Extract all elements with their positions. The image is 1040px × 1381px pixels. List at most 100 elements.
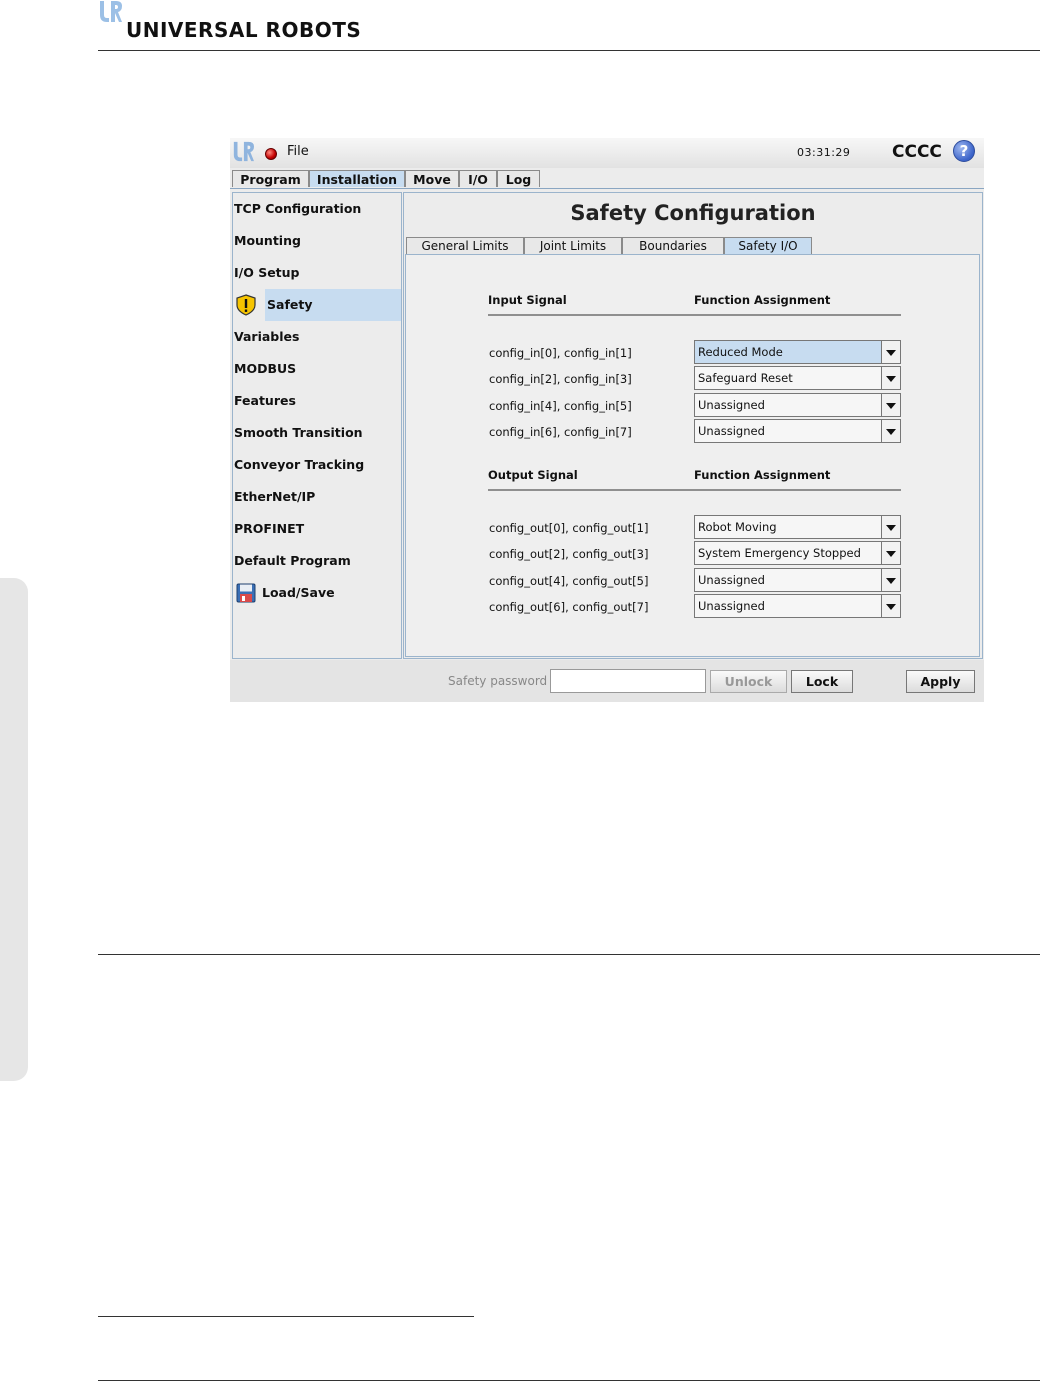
safety-password-label: Safety password xyxy=(448,674,548,688)
output-function-header: Function Assignment xyxy=(694,468,831,482)
ur-logo-icon[interactable] xyxy=(232,141,254,163)
input-signal-header: Input Signal xyxy=(488,293,567,307)
chevron-down-icon[interactable] xyxy=(881,394,900,416)
output-signal-label: config_out[4], config_out[5] xyxy=(489,574,649,588)
input-function-dropdown[interactable]: Unassigned xyxy=(694,419,901,443)
unlock-button[interactable]: Unlock xyxy=(710,670,787,693)
title-bar: File 03:31:29 CCCC ? xyxy=(230,138,984,168)
sidebar-item-mounting[interactable]: Mounting xyxy=(233,225,401,257)
warning-shield-icon xyxy=(236,294,256,316)
output-signal-header: Output Signal xyxy=(488,468,578,482)
sidebar-item-io-setup[interactable]: I/O Setup xyxy=(233,257,401,289)
dropdown-value: Unassigned xyxy=(698,398,765,412)
input-signal-label: config_in[2], config_in[3] xyxy=(489,372,632,386)
safety-password-input[interactable] xyxy=(550,669,706,693)
page-header: UNIVERSAL ROBOTS xyxy=(98,0,1040,51)
tab-move[interactable]: Move xyxy=(405,170,459,187)
brand-name: UNIVERSAL ROBOTS xyxy=(126,18,362,42)
divider xyxy=(488,314,901,316)
sidebar-item-ethernet-ip[interactable]: EtherNet/IP xyxy=(233,481,401,513)
sidebar-item-smooth-transition[interactable]: Smooth Transition xyxy=(233,417,401,449)
safety-io-panel: Input Signal Function Assignment config_… xyxy=(405,254,980,657)
sidebar-item-label: Mounting xyxy=(234,233,301,248)
sidebar-item-conveyor-tracking[interactable]: Conveyor Tracking xyxy=(233,449,401,481)
tab-general-limits[interactable]: General Limits xyxy=(406,237,524,254)
universal-robots-logo-icon xyxy=(100,1,122,22)
output-function-dropdown[interactable]: Unassigned xyxy=(694,594,901,618)
chevron-down-icon[interactable] xyxy=(881,367,900,389)
dropdown-value: System Emergency Stopped xyxy=(698,546,861,560)
chevron-down-icon[interactable] xyxy=(881,341,900,363)
tab-installation[interactable]: Installation xyxy=(309,170,405,187)
footnote-rule xyxy=(98,1316,474,1317)
main-tabs: Program Installation Move I/O Log xyxy=(230,170,984,188)
output-signal-label: config_out[6], config_out[7] xyxy=(489,600,649,614)
sidebar-item-label: Safety xyxy=(267,297,313,312)
dropdown-value: Unassigned xyxy=(698,599,765,613)
sidebar-item-load-save[interactable]: Load/Save xyxy=(233,577,401,609)
output-signal-label: config_out[2], config_out[3] xyxy=(489,547,649,561)
chevron-down-icon[interactable] xyxy=(881,516,900,538)
status-led-icon xyxy=(265,148,277,160)
lock-button[interactable]: Lock xyxy=(791,670,853,693)
tab-safety-io[interactable]: Safety I/O xyxy=(724,237,812,254)
sidebar-item-profinet[interactable]: PROFINET xyxy=(233,513,401,545)
sidebar-item-tcp-configuration[interactable]: TCP Configuration xyxy=(233,193,401,225)
sidebar-item-label: MODBUS xyxy=(234,361,297,376)
sidebar-item-label: PROFINET xyxy=(234,521,305,536)
sidebar-item-modbus[interactable]: MODBUS xyxy=(233,353,401,385)
installation-sidebar: TCP Configuration Mounting I/O Setup Saf… xyxy=(232,192,402,659)
page-rule xyxy=(98,954,1040,955)
input-signal-label: config_in[0], config_in[1] xyxy=(489,346,632,360)
tab-io[interactable]: I/O xyxy=(459,170,497,187)
sidebar-item-safety[interactable]: Safety xyxy=(233,289,401,321)
sidebar-item-label: I/O Setup xyxy=(234,265,300,280)
robot-name: CCCC xyxy=(892,142,942,162)
input-signal-label: config_in[4], config_in[5] xyxy=(489,399,632,413)
dropdown-value: Unassigned xyxy=(698,573,765,587)
sidebar-item-variables[interactable]: Variables xyxy=(233,321,401,353)
sidebar-item-features[interactable]: Features xyxy=(233,385,401,417)
input-function-dropdown[interactable]: Safeguard Reset xyxy=(694,366,901,390)
chevron-down-icon[interactable] xyxy=(881,420,900,442)
dropdown-value: Robot Moving xyxy=(698,520,777,534)
sidebar-item-label: Default Program xyxy=(234,553,351,568)
page-side-tab xyxy=(0,578,28,1081)
dropdown-value: Safeguard Reset xyxy=(698,371,793,385)
tab-program[interactable]: Program xyxy=(232,170,309,187)
floppy-disk-icon xyxy=(236,583,256,603)
tab-joint-limits[interactable]: Joint Limits xyxy=(524,237,622,254)
bottom-bar: Safety password Unlock Lock Apply xyxy=(230,660,984,702)
sidebar-item-label: Features xyxy=(234,393,296,408)
clock: 03:31:29 xyxy=(797,146,851,159)
chevron-down-icon[interactable] xyxy=(881,595,900,617)
sidebar-item-label: Smooth Transition xyxy=(234,425,363,440)
tab-log[interactable]: Log xyxy=(497,170,540,187)
safety-configuration-panel: Safety Configuration General Limits Join… xyxy=(403,192,983,659)
file-menu[interactable]: File xyxy=(287,144,309,159)
sidebar-item-label: Variables xyxy=(234,329,300,344)
output-function-dropdown[interactable]: System Emergency Stopped xyxy=(694,541,901,565)
chevron-down-icon[interactable] xyxy=(881,542,900,564)
input-function-dropdown[interactable]: Reduced Mode xyxy=(694,340,901,364)
chevron-down-icon[interactable] xyxy=(881,569,900,591)
output-signal-label: config_out[0], config_out[1] xyxy=(489,521,649,535)
help-icon[interactable]: ? xyxy=(953,140,975,162)
dropdown-value: Unassigned xyxy=(698,424,765,438)
sidebar-item-label: Load/Save xyxy=(262,585,335,600)
sidebar-item-label: EtherNet/IP xyxy=(234,489,316,504)
page-title: Safety Configuration xyxy=(570,201,816,225)
tab-boundaries[interactable]: Boundaries xyxy=(622,237,724,254)
input-function-dropdown[interactable]: Unassigned xyxy=(694,393,901,417)
divider xyxy=(488,489,901,491)
robot-ui-window: File 03:31:29 CCCC ? Program Installatio… xyxy=(230,138,984,702)
output-function-dropdown[interactable]: Unassigned xyxy=(694,568,901,592)
sidebar-item-label: Conveyor Tracking xyxy=(234,457,365,472)
dropdown-value: Reduced Mode xyxy=(698,345,783,359)
apply-button[interactable]: Apply xyxy=(906,670,975,693)
input-signal-label: config_in[6], config_in[7] xyxy=(489,425,632,439)
output-function-dropdown[interactable]: Robot Moving xyxy=(694,515,901,539)
sidebar-item-default-program[interactable]: Default Program xyxy=(233,545,401,577)
sidebar-item-label: TCP Configuration xyxy=(234,201,362,216)
input-function-header: Function Assignment xyxy=(694,293,831,307)
